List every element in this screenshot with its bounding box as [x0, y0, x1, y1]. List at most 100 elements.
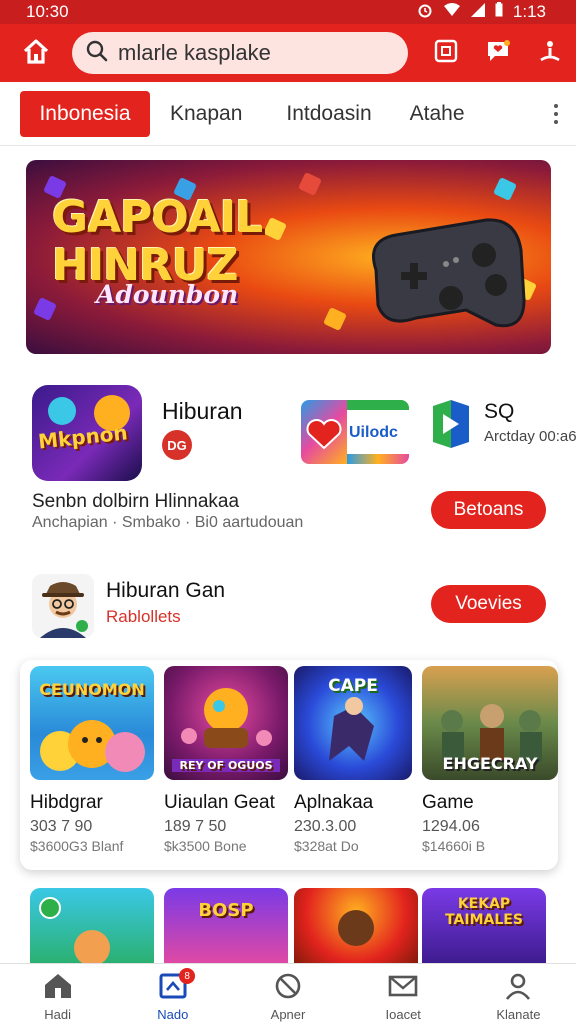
game-name: Hibdgrar [30, 792, 103, 813]
game-thumbnail-2[interactable] [294, 888, 418, 968]
second-app-icon-text: Uilodc [349, 424, 398, 441]
nav-label: Nado [157, 1007, 189, 1022]
games-card: CEUNOMON Hibdgrar 303 7 90 $3600G3 Blanf… [20, 660, 558, 870]
game-thumbnail: CEUNOMON [30, 666, 154, 780]
scan-icon [434, 39, 458, 68]
view-button[interactable]: Voevies [431, 585, 546, 623]
nav-label: Hadi [44, 1007, 71, 1022]
game-item[interactable]: CAPE Aplnakaa 230.3.00 $328at Do [294, 666, 412, 854]
more-dot [554, 111, 558, 116]
nav-profile[interactable]: Klanate [461, 964, 576, 1024]
status-bar: 10:30 1:13 [0, 0, 576, 24]
game-thumbnail-2[interactable] [30, 888, 154, 968]
game-name: Uiaulan Geat [164, 792, 275, 813]
alarm-icon [417, 2, 433, 23]
game-value: 303 7 90 [30, 818, 93, 835]
cube-decoration [323, 307, 347, 331]
more-tabs-button[interactable] [536, 103, 576, 124]
tab-intdoasin[interactable]: Intdoasin [268, 91, 389, 137]
game-thumbnail: REY OF OGUOS [164, 666, 288, 780]
nav-apner[interactable]: Apner [230, 964, 345, 1024]
notifications-button[interactable] [472, 24, 524, 82]
chat-heart-icon [485, 39, 511, 68]
game-thumbnail-2-text: KEKAP TAIMALES [445, 896, 523, 928]
mail-icon [388, 972, 418, 1005]
game-sub: $3600G3 Blanf [30, 838, 124, 854]
nav-home[interactable]: Hadi [0, 964, 115, 1024]
search-icon [86, 40, 108, 67]
nav-label: Klanate [496, 1007, 541, 1022]
app-meta: Anchapian · Smbako · Bi0 aartudouan [32, 514, 304, 531]
nav-apps[interactable]: 8 Nado [115, 964, 230, 1024]
featured-app-icon[interactable]: Mkpnon [32, 385, 142, 481]
third-app-title[interactable]: SQ [484, 400, 514, 424]
game-thumbnail-text: REY OF OGUOS [172, 759, 280, 772]
banner-title-line1: GAPOAIL [52, 192, 263, 243]
cube-decoration [263, 217, 287, 241]
nav-label: Apner [270, 1007, 306, 1022]
nav-label: Ioacet [385, 1007, 421, 1022]
search-query: mlarle kasplake [118, 40, 271, 65]
game-thumbnail-2[interactable]: BOSP [164, 888, 288, 968]
game-value: 189 7 50 [164, 818, 227, 835]
person-icon [538, 38, 562, 69]
notification-badge: 8 [179, 968, 196, 984]
cube-decoration [298, 172, 322, 196]
game-item[interactable]: EHGECRAY Game 1294.06 $14660i B [422, 666, 558, 854]
search-input[interactable]: mlarle kasplake [72, 32, 408, 74]
second-app-stripe-bottom [347, 454, 409, 464]
top-app-bar: mlarle kasplake [0, 24, 576, 82]
game-thumbnail: EHGECRAY [422, 666, 558, 780]
second-app-stripe-top [347, 400, 409, 410]
game-value: 230.3.00 [294, 818, 357, 835]
section-title: Hiburan Gan [106, 579, 226, 602]
game-sub: $k3500 Bone [164, 838, 247, 854]
wifi-icon [443, 2, 461, 22]
third-app-icon[interactable] [431, 400, 471, 448]
battery-icon [495, 2, 503, 22]
section-subtitle: Rablollets [106, 607, 181, 626]
cube-decoration [493, 177, 517, 201]
game-thumbnail-text: CEUNOMON [39, 680, 145, 699]
battery-level: 1:13 [512, 2, 546, 21]
banner-subtitle: Adounbon [96, 280, 239, 309]
more-dot [554, 119, 558, 124]
game-item[interactable]: CEUNOMON Hibdgrar 303 7 90 $3600G3 Blanf [30, 666, 154, 854]
more-dot [554, 103, 558, 108]
status-time: 10:30 [26, 2, 69, 21]
avatar[interactable] [32, 574, 94, 638]
game-sub: $328at Do [294, 838, 359, 854]
game-thumbnail-text: CAPE [328, 676, 378, 696]
account-button[interactable] [524, 24, 576, 82]
promo-banner[interactable]: GAPOAIL HINRUZ Adounbon [26, 160, 551, 354]
home-icon [43, 972, 73, 1005]
game-thumbnail-text: EHGECRAY [442, 754, 538, 773]
game-name: Aplnakaa [294, 792, 374, 813]
second-app-icon[interactable]: Uilodc [301, 400, 409, 464]
game-thumbnail: CAPE [294, 666, 412, 780]
bottom-navigation: Hadi 8 Nado Apner Ioacet Klanate [0, 963, 576, 1024]
block-icon [273, 972, 303, 1005]
game-item[interactable]: REY OF OGUOS Uiaulan Geat 189 7 50 $k350… [164, 666, 288, 854]
app-bar-actions [420, 24, 576, 82]
featured-app-title[interactable]: Hiburan [162, 398, 243, 425]
install-button[interactable]: Betoans [431, 491, 546, 529]
gamepad-icon [356, 200, 526, 345]
featured-app-badge: DG [162, 430, 192, 460]
banner-title: GAPOAIL HINRUZ [52, 192, 263, 290]
app-description: Senbn dolbirn Hlinnakaa [32, 491, 240, 512]
profile-icon [503, 972, 533, 1005]
game-sub: $14660i B [422, 838, 486, 854]
nav-mail[interactable]: Ioacet [346, 964, 461, 1024]
tab-inbonesia[interactable]: Inbonesia [20, 90, 150, 137]
home-button[interactable] [0, 24, 72, 82]
category-tabs: Inbonesia Knapan Intdoasin Atahe [0, 82, 576, 146]
cube-decoration [33, 297, 57, 321]
home-icon [22, 38, 50, 69]
game-thumbnail-2-text: BOSP [198, 900, 254, 921]
tab-knapan[interactable]: Knapan [152, 91, 260, 137]
game-thumbnail-2[interactable]: KEKAP TAIMALES [422, 888, 546, 968]
scan-button[interactable] [420, 24, 472, 82]
tab-atahe[interactable]: Atahe [392, 91, 483, 137]
third-app-subtitle: Arctday 00:a6 [484, 428, 576, 445]
